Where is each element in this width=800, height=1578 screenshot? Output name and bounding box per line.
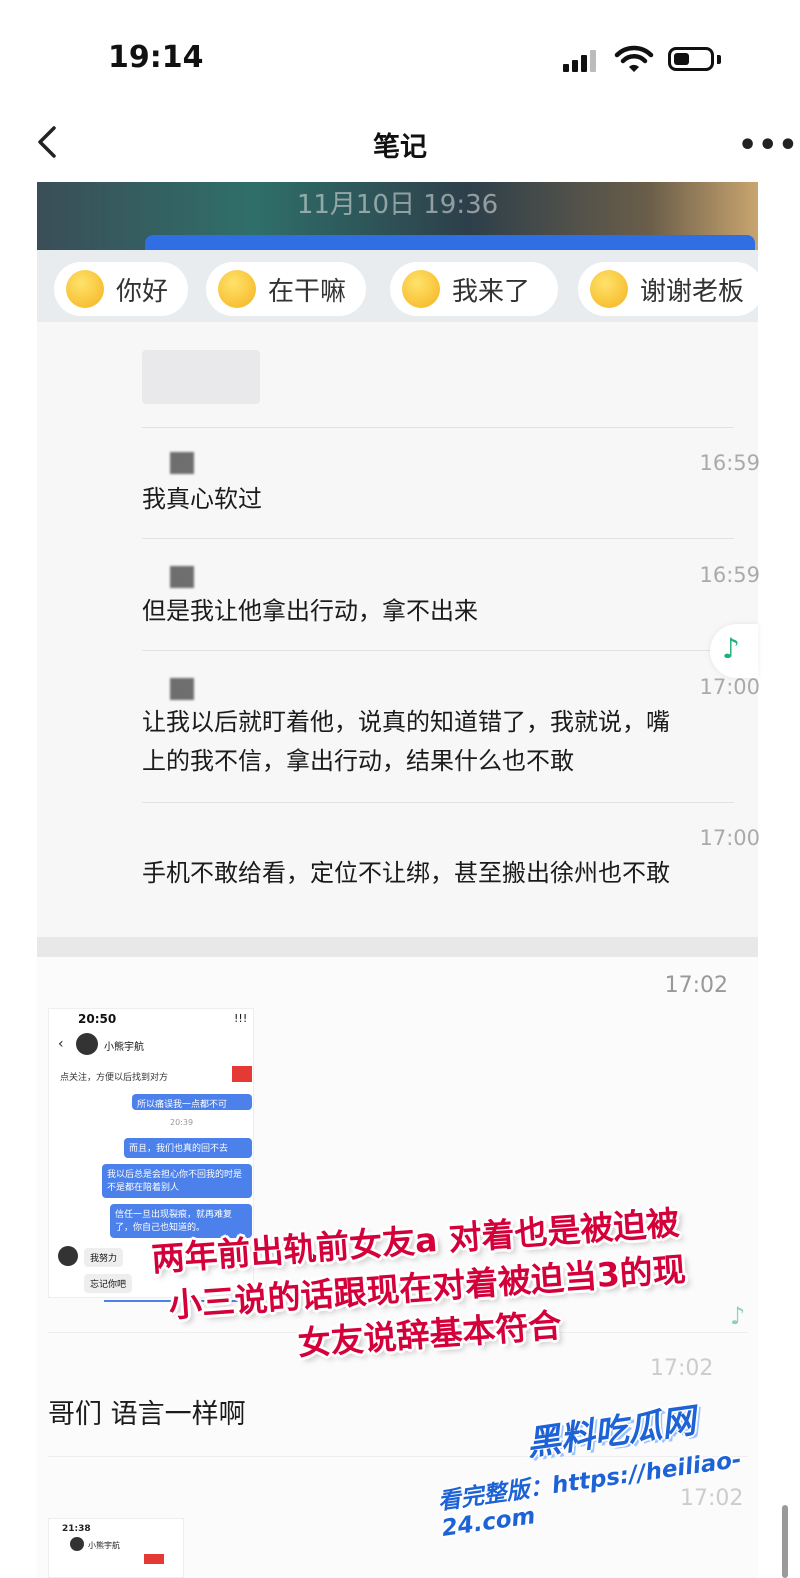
embedded-contact-name: 小熊宇航 (104, 1042, 144, 1053)
sunglasses-emoji-icon (402, 270, 440, 308)
quick-reply-thanks-boss[interactable]: 谢谢老板 (578, 262, 763, 316)
redacted-avatar (170, 452, 194, 474)
back-chevron-icon[interactable] (30, 122, 70, 162)
message-time: 17:02 (650, 1356, 714, 1381)
embedded-phone-time: 21:38 (62, 1524, 91, 1534)
message-text: 手机不敢给看，定位不让绑，甚至搬出徐州也不敢 (142, 859, 670, 887)
embedded-bubble: 我以后总是会担心你不回我的时是不是都在陪着别人 (102, 1164, 252, 1198)
embedded-follow-button (144, 1554, 164, 1564)
thanks-emoji-icon (590, 270, 628, 308)
cellular-signal-icon (563, 48, 603, 72)
message-time: 17:00 (699, 826, 760, 850)
embedded-reply-bubble: 忘记你吧 (84, 1274, 133, 1293)
redacted-avatar (170, 678, 194, 700)
curious-emoji-icon (218, 270, 256, 308)
battery-icon (668, 47, 714, 71)
message-time: 16:59 (699, 563, 760, 587)
message-time: 17:00 (699, 675, 760, 699)
message-text: 我真心软过 (142, 485, 262, 513)
status-time: 19:14 (108, 40, 204, 75)
embedded-phone-time: 20:50 (78, 1012, 117, 1026)
quick-reply-what-doing[interactable]: 在干嘛 (206, 262, 366, 316)
embedded-avatar (76, 1033, 98, 1055)
embedded-reply-bubble: 我努力 (84, 1248, 124, 1267)
embedded-bubble: 而且，我们也真的回不去 (124, 1138, 252, 1158)
page-title: 笔记 (373, 132, 427, 163)
embedded-avatar (58, 1246, 78, 1266)
quick-reply-hello[interactable]: 你好 (54, 262, 188, 316)
embedded-signal-icon: !!! (234, 1012, 248, 1025)
battery-tip (717, 55, 721, 64)
embedded-contact-name: 小熊宇航 (88, 1541, 120, 1550)
message-text: 上的我不信，拿出行动，结果什么也不敢 (142, 747, 574, 775)
music-note-icon: ♪ (722, 632, 740, 665)
message-time: 17:02 (664, 973, 728, 998)
wink-emoji-icon (66, 270, 104, 308)
embedded-avatar (70, 1537, 84, 1551)
redacted-avatar (170, 566, 194, 588)
wifi-icon (614, 45, 654, 72)
embedded-back-icon: ‹ (58, 1036, 64, 1052)
message-text: 但是我让他拿出行动，拿不出来 (142, 597, 478, 625)
embedded-follow-tip: 点关注，方便以后找到对方 (60, 1073, 169, 1083)
embedded-follow-button (232, 1066, 252, 1082)
message-time: 16:59 (699, 451, 760, 475)
embedded-timestamp: 20:39 (170, 1118, 194, 1127)
more-options-icon[interactable]: ••• (738, 128, 799, 163)
divider (142, 427, 734, 428)
image-thumbnail[interactable] (142, 350, 260, 404)
embedded-bubble: 所以痛误我一点都不可 (132, 1094, 252, 1110)
divider (142, 802, 734, 803)
banner-timestamp: 11月10日 19:36 (296, 190, 499, 220)
divider (142, 538, 734, 539)
divider (142, 650, 734, 651)
date-divider-band (37, 937, 758, 957)
quick-reply-im-here[interactable]: 我来了 (390, 262, 558, 316)
scrollbar[interactable] (782, 1505, 788, 1578)
message-text: 哥们 语言一样啊 (48, 1399, 246, 1430)
